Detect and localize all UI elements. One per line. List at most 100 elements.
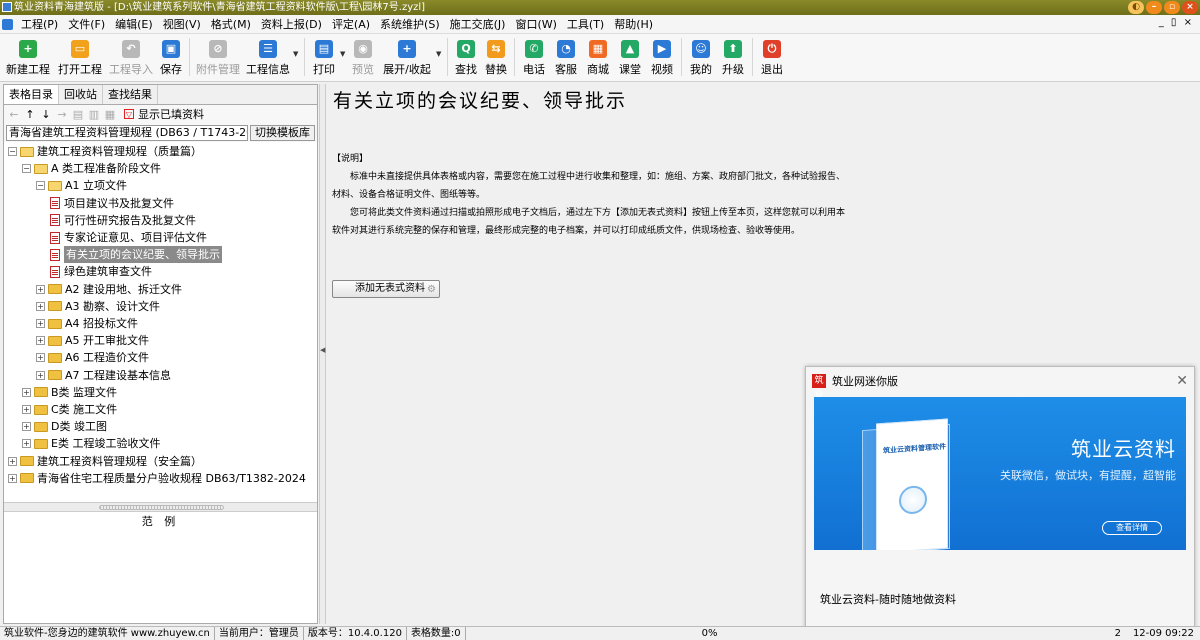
menu-tools[interactable]: 工具(T) [562, 15, 609, 34]
expand-toggle-icon[interactable]: + [8, 473, 17, 483]
clone-icon[interactable]: ▦ [104, 108, 116, 121]
tree-node[interactable]: 专家论证意见、项目评估文件 [50, 229, 207, 246]
tab-recycle-bin[interactable]: 回收站 [59, 85, 103, 104]
expand-toggle-icon[interactable]: + [36, 336, 45, 346]
skin-icon[interactable]: ◐ [1128, 1, 1144, 14]
tree-node[interactable]: 有关立项的会议纪要、领导批示 [50, 246, 222, 264]
arrow-right-icon[interactable]: → [56, 108, 68, 121]
tree-node[interactable]: − A1 立项文件 [36, 177, 127, 194]
toolbar-button-18[interactable]: ⏻ 退出 [756, 34, 788, 80]
toolbar-button-12[interactable]: ◔ 客服 [550, 34, 582, 80]
tree-node-label: A5 开工审批文件 [65, 334, 150, 348]
app-menu-icon[interactable] [2, 18, 13, 30]
tree-node[interactable]: + A6 工程造价文件 [36, 349, 149, 366]
tree-node[interactable]: 项目建议书及批复文件 [50, 195, 174, 212]
toolbar-label: 工程导入 [109, 63, 153, 76]
tree-node[interactable]: − 建筑工程资料管理规程（质量篇） [8, 143, 202, 160]
toolbar-button-9[interactable]: Q 查找 [451, 34, 481, 80]
menu-file[interactable]: 文件(F) [63, 15, 110, 34]
panel-splitter[interactable] [4, 502, 317, 512]
toolbar-button-6[interactable]: ▤ 打印 [308, 34, 340, 80]
tree-node[interactable]: + A4 招投标文件 [36, 315, 138, 332]
collapse-toggle-icon[interactable]: − [22, 164, 31, 174]
tree-node[interactable]: + E类 工程竣工验收文件 [22, 435, 160, 452]
add-untabled-document-button[interactable]: 添加无表式资料 ⚙ [332, 280, 440, 298]
switch-template-button[interactable]: 切换模板库 [250, 124, 315, 141]
toolbar-button-14[interactable]: ▲ 课堂 [614, 34, 646, 80]
toolbar-button-2[interactable]: ↶ 工程导入 [106, 34, 156, 80]
view-details-button[interactable]: 查看详情 [1102, 521, 1162, 535]
tab-table-directory[interactable]: 表格目录 [4, 85, 59, 104]
tab-search-results[interactable]: 查找结果 [103, 85, 158, 104]
expand-toggle-icon[interactable]: + [8, 456, 17, 466]
menu-window[interactable]: 窗口(W) [510, 15, 561, 34]
dropdown-arrow-icon[interactable]: ▼ [340, 34, 348, 58]
toolbar-button-13[interactable]: ▦ 商城 [582, 34, 614, 80]
collapse-arrow-icon[interactable]: ◀ [320, 346, 325, 354]
menu-system[interactable]: 系统维护(S) [375, 15, 445, 34]
tree-node[interactable]: − A 类工程准备阶段文件 [22, 160, 161, 177]
expand-toggle-icon[interactable]: + [22, 439, 31, 449]
menu-view[interactable]: 视图(V) [158, 15, 206, 34]
tree-node[interactable]: + A5 开工审批文件 [36, 332, 149, 349]
show-filled-label[interactable]: 显示已填资料 [138, 106, 204, 122]
tree-node[interactable]: + A3 勘察、设计文件 [36, 298, 160, 315]
copy-icon[interactable]: ▤ [72, 108, 84, 121]
toolbar-button-17[interactable]: ⬆ 升级 [717, 34, 749, 80]
show-filled-checkbox[interactable]: ▽ [124, 109, 134, 119]
expand-toggle-icon[interactable]: + [36, 301, 45, 311]
tree-node[interactable]: + A2 建设用地、拆迁文件 [36, 281, 182, 298]
dropdown-arrow-icon[interactable]: ▼ [293, 34, 301, 58]
menu-report[interactable]: 资料上报(D) [256, 15, 327, 34]
minimize-button[interactable]: – [1146, 1, 1162, 14]
paste-icon[interactable]: ▥ [88, 108, 100, 121]
tree-node[interactable]: + B类 监理文件 [22, 384, 117, 401]
expand-toggle-icon[interactable]: + [36, 353, 45, 363]
menu-help[interactable]: 帮助(H) [609, 15, 658, 34]
vertical-splitter[interactable]: ◀ [319, 84, 326, 624]
popup-footer[interactable]: 筑业云资料-随时随地做资料 [820, 591, 956, 607]
tree-node[interactable]: + A7 工程建设基本信息 [36, 367, 171, 384]
collapse-toggle-icon[interactable]: − [8, 147, 17, 156]
menu-briefing[interactable]: 施工交底(J) [445, 15, 511, 34]
menu-evaluate[interactable]: 评定(A) [327, 15, 375, 34]
toolbar-button-0[interactable]: + 新建工程 [2, 34, 54, 80]
toolbar-button-3[interactable]: ▣ 保存 [156, 34, 186, 80]
mdi-controls[interactable]: _ ▯ × [1159, 17, 1194, 28]
expand-toggle-icon[interactable]: + [36, 370, 45, 380]
maximize-button[interactable]: ▫ [1164, 1, 1180, 14]
toolbar-button-1[interactable]: ▭ 打开工程 [54, 34, 106, 80]
arrow-up-icon[interactable]: ↑ [24, 108, 36, 121]
collapse-toggle-icon[interactable]: − [36, 181, 45, 191]
ad-banner[interactable]: 筑业云资料管理软件 筑业云资料 关联微信，做试块，有提醒，超智能 查看详情 [814, 397, 1186, 550]
menu-project[interactable]: 工程(P) [16, 15, 63, 34]
tree-node[interactable]: 可行性研究报告及批复文件 [50, 212, 196, 229]
expand-toggle-icon[interactable]: + [22, 387, 31, 397]
arrow-down-icon[interactable]: ↓ [40, 108, 52, 121]
expand-toggle-icon[interactable]: + [36, 284, 45, 294]
toolbar-button-15[interactable]: ▶ 视频 [646, 34, 678, 80]
tree-node[interactable]: 绿色建筑审查文件 [50, 263, 152, 280]
toolbar-button-11[interactable]: ✆ 电话 [518, 34, 550, 80]
toolbar-button-10[interactable]: ⇆ 替换 [481, 34, 511, 80]
toolbar-button-4[interactable]: ⊘ 附件管理 [193, 34, 243, 80]
toolbar-button-16[interactable]: ☺ 我的 [685, 34, 717, 80]
splitter-grip[interactable] [99, 505, 224, 510]
dropdown-arrow-icon[interactable]: ▼ [436, 34, 444, 58]
close-button[interactable]: × [1182, 1, 1198, 14]
toolbar-button-7[interactable]: ◉ 预览 [348, 34, 378, 80]
expand-toggle-icon[interactable]: + [22, 422, 31, 432]
tree-node[interactable]: + C类 施工文件 [22, 401, 117, 418]
tree-node[interactable]: + D类 竣工图 [22, 418, 107, 435]
menu-format[interactable]: 格式(M) [206, 15, 256, 34]
tree-node[interactable]: + 青海省住宅工程质量分户验收规程 DB63/T1382-2024 [8, 470, 306, 487]
toolbar-button-5[interactable]: ☰ 工程信息 [243, 34, 293, 80]
menu-edit[interactable]: 编辑(E) [110, 15, 158, 34]
tree-node[interactable]: + 建筑工程资料管理规程（安全篇） [8, 453, 202, 470]
toolbar-button-8[interactable]: + 展开/收起 [378, 34, 436, 80]
expand-toggle-icon[interactable]: + [22, 405, 31, 414]
expand-toggle-icon[interactable]: + [36, 319, 45, 328]
popup-close-icon[interactable]: ✕ [1176, 373, 1188, 389]
spec-select[interactable]: 青海省建筑工程资料管理规程 (DB63 / T1743-2019) [6, 124, 248, 141]
arrow-left-icon[interactable]: ← [8, 108, 20, 121]
